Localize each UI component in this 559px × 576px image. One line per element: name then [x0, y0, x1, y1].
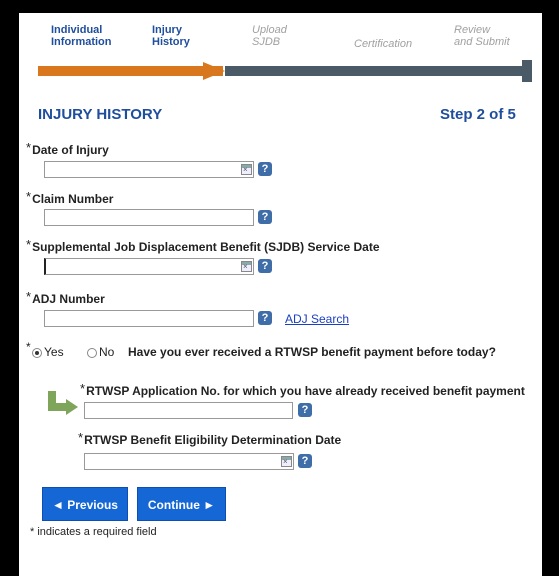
calendar-icon[interactable] [281, 456, 292, 467]
previous-button[interactable]: ◄ Previous [42, 487, 128, 521]
no-radio-label[interactable]: No [99, 345, 114, 359]
continue-button[interactable]: Continue ► [137, 487, 226, 521]
rtwsp-eligibility-date-label: *RTWSP Benefit Eligibility Determination… [78, 430, 342, 447]
step-counter: Step 2 of 5 [440, 106, 516, 123]
sjdb-service-date-label: *Supplemental Job Displacement Benefit (… [26, 237, 380, 254]
step-individual-information: Individual Information [51, 24, 112, 48]
label-text: ADJ Number [32, 292, 105, 306]
progress-arrow-icon [203, 62, 225, 80]
help-icon[interactable]: ? [258, 210, 272, 224]
required-asterisk: * [80, 381, 86, 396]
label-text: RTWSP Application No. for which you have… [86, 384, 525, 398]
rtwsp-application-no-label: *RTWSP Application No. for which you hav… [80, 381, 525, 398]
required-asterisk: * [26, 140, 32, 155]
help-icon[interactable]: ? [258, 162, 272, 176]
required-asterisk: * [26, 189, 32, 204]
step-label-line1: Upload [252, 24, 287, 36]
progress-track-remaining [225, 66, 527, 76]
step-label-line2: and Submit [454, 36, 510, 48]
progress-track-completed [38, 66, 223, 76]
sjdb-service-date-input[interactable] [44, 258, 254, 275]
page-title: INJURY HISTORY [38, 106, 163, 123]
date-of-injury-input[interactable] [44, 161, 254, 178]
step-label-line2: Information [51, 36, 112, 48]
adj-search-link[interactable]: ADJ Search [285, 312, 349, 326]
step-upload-sjdb: Upload SJDB [252, 24, 287, 48]
progress-end-cap [522, 60, 532, 82]
rtwsp-application-no-input[interactable] [84, 402, 293, 419]
rtwsp-eligibility-date-input[interactable] [84, 453, 294, 470]
label-text: RTWSP Benefit Eligibility Determination … [84, 433, 342, 447]
branch-arrow-icon-head [66, 399, 78, 415]
adj-number-label: *ADJ Number [26, 289, 105, 306]
required-asterisk: * [78, 430, 84, 445]
branch-arrow-icon-stem [48, 403, 68, 411]
date-of-injury-label: *Date of Injury [26, 140, 109, 157]
required-field-note: * indicates a required field [30, 526, 157, 538]
prior-payment-question: Have you ever received a RTWSP benefit p… [128, 345, 496, 359]
label-text: Claim Number [32, 192, 114, 206]
help-icon[interactable]: ? [258, 311, 272, 325]
claim-number-label: *Claim Number [26, 189, 114, 206]
step-label-line1: Injury [152, 24, 182, 36]
step-injury-history: Injury History [152, 24, 190, 48]
step-certification: Certification [354, 38, 412, 50]
help-icon[interactable]: ? [298, 403, 312, 417]
help-icon[interactable]: ? [298, 454, 312, 468]
required-asterisk: * [26, 289, 32, 304]
form-panel: Individual Information Injury History Up… [19, 13, 542, 576]
claim-number-input[interactable] [44, 209, 254, 226]
help-icon[interactable]: ? [258, 259, 272, 273]
step-label-line1: Review [454, 24, 491, 36]
yes-radio[interactable] [32, 348, 42, 358]
step-label-line1: Certification [354, 38, 413, 50]
step-label-line2: SJDB [252, 36, 281, 48]
required-asterisk: * [26, 340, 31, 354]
adj-number-input[interactable] [44, 310, 254, 327]
label-text: Date of Injury [32, 143, 109, 157]
yes-radio-label[interactable]: Yes [44, 345, 64, 359]
step-label-line2: History [152, 36, 190, 48]
no-radio[interactable] [87, 348, 97, 358]
calendar-icon[interactable] [241, 164, 252, 175]
required-asterisk: * [26, 237, 32, 252]
step-review-submit: Review and Submit [454, 24, 510, 48]
calendar-icon[interactable] [241, 261, 252, 272]
label-text: Supplemental Job Displacement Benefit (S… [32, 240, 380, 254]
step-label-line1: Individual [51, 24, 103, 36]
